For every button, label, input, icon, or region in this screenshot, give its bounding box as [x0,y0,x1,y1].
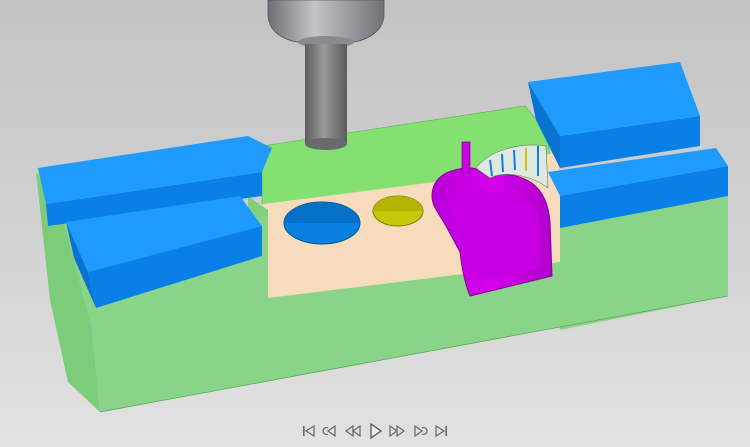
machining-scene [36,0,729,413]
cutting-tool [267,0,385,150]
tool-holder [267,0,385,43]
skip-to-start-button[interactable] [300,422,319,441]
play-icon [370,422,383,440]
3d-viewport[interactable] [0,0,750,447]
tool-shank [305,44,347,144]
step-back-icon [322,424,336,438]
rewind-icon [344,424,361,438]
skip-to-end-icon [435,424,447,438]
fast-forward-button[interactable] [388,422,407,441]
playback-controls [0,418,750,444]
step-forward-icon [414,424,428,438]
play-button[interactable] [366,422,385,441]
rewind-button[interactable] [344,422,363,441]
step-back-button[interactable] [322,422,341,441]
step-forward-button[interactable] [410,422,429,441]
skip-to-start-icon [303,424,315,438]
skip-to-end-button[interactable] [432,422,451,441]
fast-forward-icon [389,424,406,438]
